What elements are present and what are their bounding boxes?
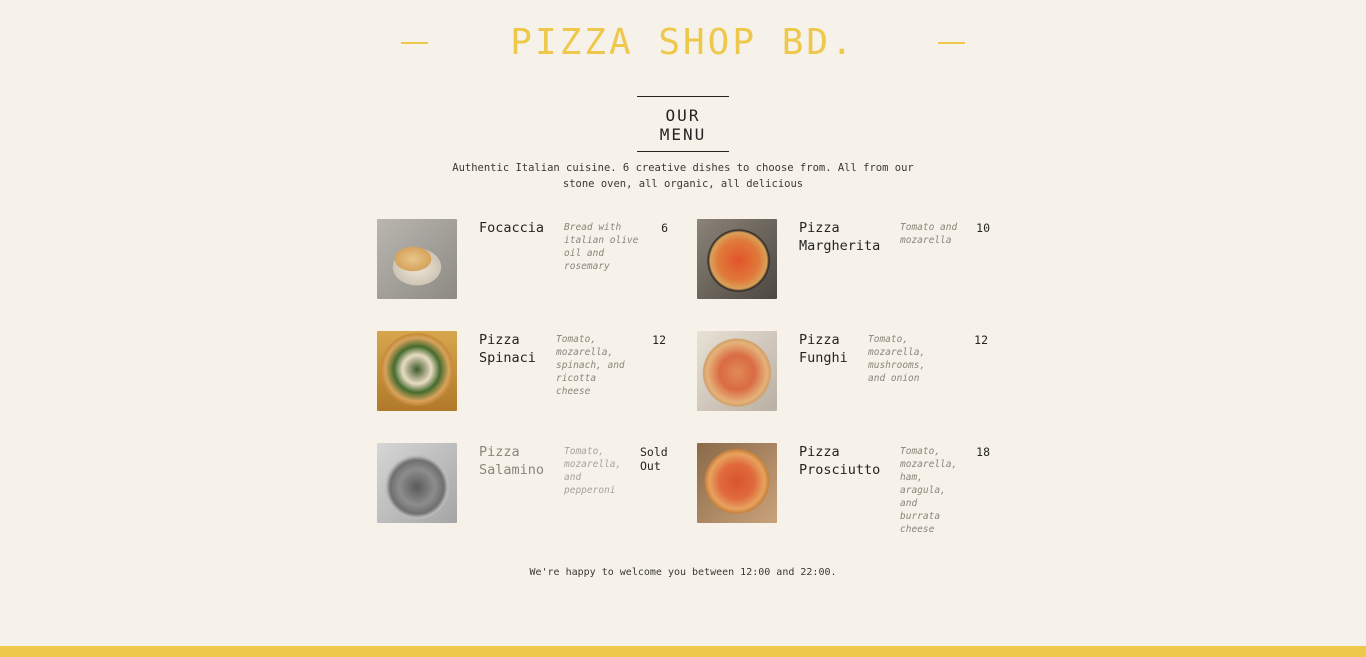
menu-item-description: Tomato, mozarella, spinach, and ricotta … (556, 334, 625, 397)
menu-item-margherita[interactable]: Pizza Margherita Tomato and mozarella 10 (697, 219, 990, 299)
menu-item-price: 6 (661, 221, 668, 235)
menu-item-description: Bread with italian olive oil and rosemar… (564, 222, 639, 272)
menu-item-focaccia[interactable]: Focaccia Bread with italian olive oil an… (377, 219, 670, 299)
spinaci-photo (377, 331, 457, 411)
prosciutto-photo (697, 443, 777, 523)
menu-heading: OUR MENU (637, 96, 729, 152)
menu-item-description: Tomato, mozarella, ham, aragula, and bur… (900, 446, 958, 535)
menu-item-description: Tomato, mozarella, mushrooms, and onion (868, 334, 926, 384)
salamino-photo (377, 443, 457, 523)
funghi-photo (697, 331, 777, 411)
menu-item-price: 12 (974, 333, 988, 347)
header-right-dash (937, 42, 965, 44)
menu-item-price: 12 (652, 333, 666, 347)
menu-item-price: 18 (976, 445, 990, 459)
menu-item-funghi[interactable]: Pizza Funghi Tomato, mozarella, mushroom… (697, 331, 990, 411)
menu-item-price: 10 (976, 221, 990, 235)
header-left-dash (401, 42, 429, 44)
menu-item-salamino[interactable]: Pizza Salamino Tomato, mozarella, and pe… (377, 443, 670, 523)
focaccia-photo (377, 219, 457, 299)
menu-intro: Authentic Italian cuisine. 6 creative di… (452, 162, 914, 190)
menu-item-name: Focaccia (479, 220, 545, 236)
menu-item-spinaci[interactable]: Pizza Spinaci Tomato, mozarella, spinach… (377, 331, 670, 411)
menu-item-prosciutto[interactable]: Pizza Prosciutto Tomato, mozarella, ham,… (697, 443, 990, 536)
opening-hours-text: We're happy to welcome you between 12:00… (529, 567, 837, 578)
brand-title: PIZZA SHOP BD. (510, 22, 856, 63)
site-header: PIZZA SHOP BD. (0, 22, 1366, 64)
menu-item-price: Sold Out (640, 445, 668, 473)
margherita-photo (697, 219, 777, 299)
menu-item-name: Pizza Margherita (799, 220, 881, 254)
footer-accent-bar (0, 646, 1366, 657)
menu-item-name: Pizza Funghi (799, 332, 848, 366)
menu-item-name: Pizza Spinaci (479, 332, 536, 366)
menu-item-description: Tomato and mozarella (900, 222, 958, 246)
menu-item-name: Pizza Salamino (479, 444, 545, 478)
menu-item-description: Tomato, mozarella, and pepperoni (564, 446, 622, 496)
menu-item-name: Pizza Prosciutto (799, 444, 881, 478)
